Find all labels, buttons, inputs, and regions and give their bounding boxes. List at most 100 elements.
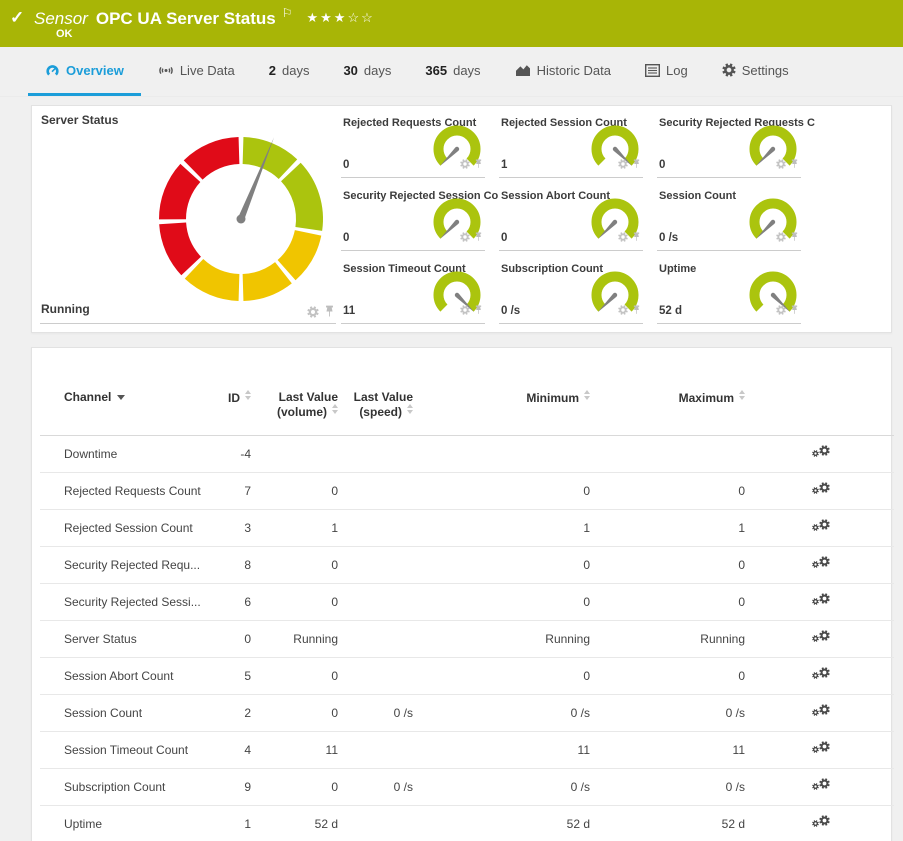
channel-settings-button[interactable] (747, 621, 894, 658)
channel-gears-icon (812, 778, 830, 793)
channel-settings-button[interactable] (747, 806, 894, 841)
cell-last_value_volume: 0 (253, 695, 340, 732)
mini-gauge-actions (618, 302, 641, 320)
channel-settings-button[interactable] (747, 769, 894, 806)
mini-gauge-value: 0 /s (659, 232, 678, 244)
cell-last_value_volume: 0 (253, 769, 340, 806)
mini-gauge-actions (460, 156, 483, 174)
column-header-last_value_volume[interactable]: Last Value (volume) (253, 378, 340, 436)
mini-gauge-cell[interactable]: Session Abort Count0 (499, 184, 657, 257)
channel-settings-button[interactable] (747, 436, 894, 473)
column-header-channel[interactable]: Channel (40, 378, 209, 436)
gear-icon[interactable] (460, 229, 470, 247)
pin-icon[interactable] (324, 305, 335, 323)
pin-icon[interactable] (790, 156, 799, 174)
log-icon (645, 64, 660, 77)
pin-icon[interactable] (474, 229, 483, 247)
status-badge: OK (56, 28, 73, 40)
gear-icon[interactable] (307, 305, 319, 323)
channel-settings-button[interactable] (747, 658, 894, 695)
cell-maximum: 52 d (592, 806, 747, 841)
mini-gauge-cell[interactable]: Rejected Session Count1 (499, 111, 657, 184)
mini-gauge-cell[interactable]: Rejected Requests Count0 (341, 111, 499, 184)
column-header-maximum[interactable]: Maximum (592, 378, 747, 436)
star-empty-icon[interactable]: ☆ (347, 10, 361, 25)
tab-number: 2 (269, 63, 276, 78)
mini-gauge-actions (618, 229, 641, 247)
gear-icon[interactable] (776, 229, 786, 247)
pin-icon[interactable] (474, 302, 483, 320)
cell-last_value_speed: 0 /s (340, 769, 415, 806)
tab-365-days[interactable]: 365days (408, 47, 497, 96)
table-row: Rejected Requests Count7000 (40, 473, 894, 510)
mini-gauge-cell[interactable]: Session Count0 /s (657, 184, 815, 257)
channel-settings-button[interactable] (747, 510, 894, 547)
pin-icon[interactable] (632, 302, 641, 320)
channel-gears-icon (812, 445, 830, 460)
mini-gauge-cell[interactable]: Security Rejected Session Co...0 (341, 184, 499, 257)
mini-gauge-actions (776, 156, 799, 174)
channel-settings-button[interactable] (747, 473, 894, 510)
gear-icon[interactable] (776, 156, 786, 174)
mini-gauge-value: 0 (659, 159, 665, 171)
gear-icon[interactable] (460, 156, 470, 174)
gauge-icon (45, 63, 60, 78)
divider (499, 250, 643, 251)
star-filled-icon[interactable]: ★ (306, 10, 320, 25)
divider (499, 177, 643, 178)
pin-icon[interactable] (790, 302, 799, 320)
cell-last_value_speed (340, 436, 415, 473)
cell-last_value_volume: 11 (253, 732, 340, 769)
gear-icon[interactable] (460, 302, 470, 320)
tab-log[interactable]: Log (628, 47, 705, 96)
pin-icon[interactable] (790, 229, 799, 247)
gear-icon[interactable] (618, 229, 628, 247)
gear-icon[interactable] (618, 156, 628, 174)
tab-30-days[interactable]: 30days (326, 47, 408, 96)
star-empty-icon[interactable]: ☆ (361, 10, 375, 25)
gauges-panel: Server Status Running Rejected Requests … (31, 105, 892, 333)
mini-gauge-cell[interactable]: Subscription Count0 /s (499, 257, 657, 330)
cell-id: 3 (209, 510, 253, 547)
cell-channel: Subscription Count (40, 769, 209, 806)
tab-settings[interactable]: Settings (705, 47, 806, 96)
column-header-id[interactable]: ID (209, 378, 253, 436)
channel-gears-icon (812, 630, 830, 645)
sort-icon (739, 390, 745, 400)
cell-id: 2 (209, 695, 253, 732)
tab-historic-data[interactable]: Historic Data (498, 47, 628, 96)
cell-last_value_speed (340, 584, 415, 621)
channel-settings-button[interactable] (747, 584, 894, 621)
cell-last_value_speed (340, 732, 415, 769)
tab-live-data[interactable]: Live Data (141, 47, 252, 96)
channel-settings-button[interactable] (747, 547, 894, 584)
mini-gauge-cell[interactable]: Security Rejected Requests C...0 (657, 111, 815, 184)
gear-icon[interactable] (618, 302, 628, 320)
mini-gauge-actions (460, 302, 483, 320)
star-filled-icon[interactable]: ★ (320, 10, 334, 25)
mini-gauge-cell[interactable]: Session Timeout Count11 (341, 257, 499, 330)
column-header-minimum[interactable]: Minimum (415, 378, 592, 436)
title-line: SensorOPC UA Server Status⚐★★★☆☆ (34, 6, 375, 29)
column-label: Last Value (speed) (354, 390, 413, 419)
mini-gauge-cell[interactable]: Uptime52 d (657, 257, 815, 330)
cell-id: 0 (209, 621, 253, 658)
flag-icon[interactable]: ⚐ (282, 6, 293, 20)
pin-icon[interactable] (632, 156, 641, 174)
cell-last_value_volume: 1 (253, 510, 340, 547)
pin-icon[interactable] (474, 156, 483, 174)
pin-icon[interactable] (632, 229, 641, 247)
tab-label: days (364, 63, 391, 78)
sort-icon (407, 404, 413, 414)
tab-overview[interactable]: Overview (28, 47, 141, 96)
star-filled-icon[interactable]: ★ (334, 10, 348, 25)
channel-settings-button[interactable] (747, 732, 894, 769)
cell-last_value_volume: 52 d (253, 806, 340, 841)
channel-settings-button[interactable] (747, 695, 894, 732)
column-header-last_value_speed[interactable]: Last Value (speed) (340, 378, 415, 436)
priority-stars[interactable]: ★★★☆☆ (306, 10, 374, 25)
cell-maximum: 11 (592, 732, 747, 769)
channel-gears-icon (812, 815, 830, 830)
tab-2-days[interactable]: 2days (252, 47, 327, 96)
gear-icon[interactable] (776, 302, 786, 320)
